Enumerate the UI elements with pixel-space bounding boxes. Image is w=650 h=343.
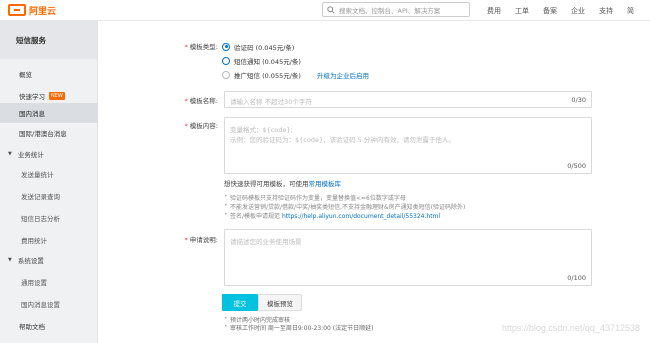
sidebar-item-label: 国内消息设置 [21, 301, 60, 309]
content-placeholder-line2: 示例：您的验证码为：${code}，该验证码 5 分钟内有效，请勿泄露于他人。 [230, 136, 455, 144]
sidebar-item-label: 快速学习 [19, 93, 45, 101]
aliyun-logo-icon [8, 4, 26, 16]
content-rules-list: 验证码模板只支持验证码作为变量，变量替换值<=6位数字或字母 不能发送营销/贷款… [224, 193, 465, 220]
sidebar-item-label: 发送记录查询 [21, 193, 60, 201]
template-content-textarea[interactable]: 变量格式：${code}; 示例：您的验证码为：${code}，该验证码 5 分… [224, 117, 592, 174]
template-library-tip: 想快速获得可用模板，可使用常用模板库 [224, 178, 341, 188]
radio-label: 推广短信 (0.055元/条) [234, 71, 301, 80]
main-content: * 模板类型: 验证码 (0.045元/条) 短信通知 (0.045元/条) 推广… [98, 21, 650, 343]
brand-name: 阿里云 [29, 6, 57, 17]
required-mark: * [184, 43, 188, 51]
top-bar: 阿里云 搜索文档、控制台、API、解决方案 费用 工单 备案 企业 支持 简 [0, 0, 650, 21]
sidebar-group-label: 业务统计 [17, 151, 44, 159]
rule-item: 验证码模板只支持验证码作为变量，变量替换值<=6位数字或字母 [224, 193, 465, 202]
template-library-link[interactable]: 常用模板库 [309, 180, 342, 188]
sidebar-item-domestic[interactable]: 国内消息 [0, 103, 98, 123]
nav-billing[interactable]: 费用 [480, 6, 508, 16]
template-name-input[interactable]: 请输入名称 不超过30个字符 0/30 [224, 91, 592, 108]
chevron-down-icon: ▼ [8, 257, 12, 263]
radio-label: 短信通知 (0.045元/条) [234, 57, 301, 66]
sidebar-group-settings[interactable]: ▼ 系统设置 [0, 250, 98, 270]
sidebar-item-send-volume[interactable]: 发送量统计 [0, 164, 98, 184]
sidebar-item-international[interactable]: 国际/港澳台消息 [0, 123, 98, 143]
sidebar-item-cost-stats[interactable]: 费用统计 [0, 230, 98, 250]
radio-verification-code[interactable]: 验证码 (0.045元/条) [222, 41, 294, 52]
chevron-down-icon: ▼ [8, 151, 12, 157]
sidebar-item-log-analysis[interactable]: 短信日志分析 [0, 208, 98, 228]
nav-enterprise[interactable]: 企业 [564, 6, 592, 16]
template-name-counter: 0/30 [571, 96, 586, 104]
application-label: * 申请说明: [184, 236, 218, 244]
radio-checked-icon [222, 42, 230, 51]
template-name-placeholder: 请输入名称 不超过30个字符 [230, 98, 312, 106]
new-badge: NEW [49, 92, 65, 100]
top-nav: 费用 工单 备案 企业 支持 简 [480, 0, 641, 21]
template-type-label: * 模板类型: [184, 43, 218, 51]
rule-item: 不能发送营销/贷款/借款/中奖/抽奖类短信,不支持金融理财&房产通知类短信(验证… [224, 202, 465, 211]
search-placeholder: 搜索文档、控制台、API、解决方案 [339, 6, 441, 15]
required-mark: * [184, 236, 188, 244]
sidebar: 短信服务 概览 快速学习 NEW 国内消息 国际/港澳台消息 ▼ 业务统计 发送… [0, 21, 98, 343]
sidebar-item-label: 国际/港澳台消息 [19, 130, 67, 138]
sidebar-item-send-records[interactable]: 发送记录查询 [0, 186, 98, 206]
sidebar-item-label: 费用统计 [21, 237, 47, 245]
sidebar-title: 短信服务 [0, 21, 97, 59]
submit-button[interactable]: 提交 [222, 294, 258, 311]
search-icon [327, 5, 335, 14]
sidebar-item-overview[interactable]: 概览 [0, 64, 98, 84]
radio-notification[interactable]: 短信通知 (0.045元/条) [222, 55, 301, 66]
sidebar-item-general-settings[interactable]: 通用设置 [0, 272, 98, 292]
sidebar-item-help-docs[interactable]: 帮助文档 [0, 316, 98, 336]
sidebar-item-domestic-settings[interactable]: 国内消息设置 [0, 294, 98, 314]
sidebar-group-label: 系统设置 [17, 257, 44, 265]
nav-tickets[interactable]: 工单 [508, 6, 536, 16]
nav-language[interactable]: 简 [620, 6, 641, 16]
tip-text: 想快速获得可用模板，可使用 [224, 180, 309, 188]
note-item: 审核工作时间 周一至周日9:00-23:00 (法定节日顺延) [224, 323, 373, 332]
sidebar-item-label: 发送量统计 [21, 171, 54, 179]
sidebar-item-label: 通用设置 [21, 279, 47, 287]
content-placeholder-line1: 变量格式：${code}; [230, 126, 293, 134]
radio-unchecked-icon [222, 56, 230, 65]
nav-support[interactable]: 支持 [592, 6, 620, 16]
application-placeholder: 请描述您的业务使用场景 [230, 238, 302, 246]
note-item: 预计两小时内完成审核 [224, 315, 373, 324]
template-content-label: * 模板内容: [184, 122, 218, 130]
template-content-counter: 0/500 [567, 162, 586, 170]
sidebar-item-label: 概览 [19, 71, 32, 79]
sidebar-item-label: 国内消息 [19, 110, 45, 118]
sidebar-group-statistics[interactable]: ▼ 业务统计 [0, 144, 98, 164]
watermark: https://blog.csdn.net/qq_43712538 [501, 323, 640, 333]
upgrade-enterprise-link[interactable]: 升级为企业后启用 [317, 70, 369, 80]
radio-disabled-icon [222, 70, 230, 79]
template-name-label: * 模板名称: [184, 97, 218, 105]
application-counter: 0/100 [567, 274, 586, 282]
review-notes: 预计两小时内完成审核 审核工作时间 周一至周日9:00-23:00 (法定节日顺… [224, 315, 373, 332]
brand-logo[interactable]: 阿里云 [8, 2, 56, 18]
nav-filing[interactable]: 备案 [536, 6, 564, 16]
rule-text: 签名/模板申请规范 [230, 213, 281, 220]
required-mark: * [184, 97, 188, 105]
application-textarea[interactable]: 请描述您的业务使用场景 0/100 [224, 229, 592, 286]
required-mark: * [184, 122, 188, 130]
radio-label: 验证码 (0.045元/条) [234, 43, 295, 52]
radio-promotion: 推广短信 (0.055元/条) 升级为企业后启用 [222, 69, 369, 80]
sidebar-item-label: 帮助文档 [19, 323, 45, 331]
template-preview-button[interactable]: 模板预览 [258, 294, 302, 311]
rule-item: 签名/模板申请规范 https://help.aliyun.com/docume… [224, 211, 465, 220]
rules-doc-link[interactable]: https://help.aliyun.com/document_detail/… [282, 213, 440, 220]
global-search-input[interactable]: 搜索文档、控制台、API、解决方案 [322, 2, 470, 17]
sidebar-item-label: 短信日志分析 [21, 215, 60, 223]
